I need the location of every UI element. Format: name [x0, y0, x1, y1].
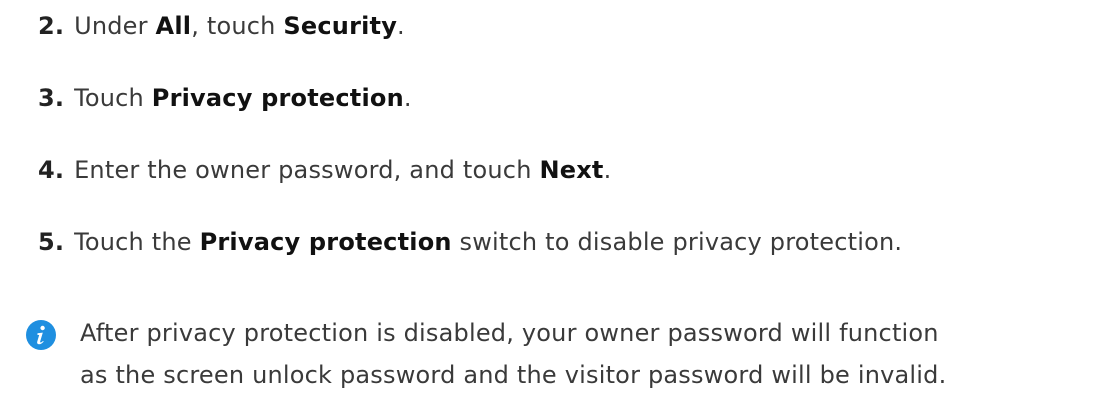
note-line-1: After privacy protection is disabled, yo… [80, 319, 939, 347]
note-text: After privacy protection is disabled, yo… [80, 312, 946, 396]
step-5: 5. Touch the Privacy protection switch t… [38, 226, 902, 258]
note-line-2: as the screen unlock password and the vi… [80, 361, 947, 389]
step-text: . [403, 84, 412, 112]
step-text: Enter the owner password, and touch [74, 156, 540, 184]
step-number: 3. [38, 84, 65, 112]
step-number: 4. [38, 156, 65, 184]
step-text: . [603, 156, 612, 184]
ui-term-privacy-protection: Privacy protection [151, 84, 404, 112]
step-2: 2. Under All, touch Security. [38, 10, 405, 42]
step-text: Under [74, 12, 156, 40]
step-4: 4. Enter the owner password, and touch N… [38, 154, 611, 186]
step-number: 2. [38, 12, 65, 40]
ui-term-privacy-protection: Privacy protection [199, 228, 452, 256]
step-text: switch to disable privacy protection. [451, 228, 903, 256]
step-text: , touch [191, 12, 284, 40]
ui-term-all: All [155, 12, 192, 40]
ui-term-security: Security [283, 12, 398, 40]
step-3: 3. Touch Privacy protection. [38, 82, 412, 114]
ui-term-next: Next [539, 156, 604, 184]
step-number: 5. [38, 228, 65, 256]
step-text: Touch the [74, 228, 200, 256]
step-text: Touch [74, 84, 152, 112]
info-icon [26, 320, 56, 350]
step-text: . [397, 12, 405, 40]
